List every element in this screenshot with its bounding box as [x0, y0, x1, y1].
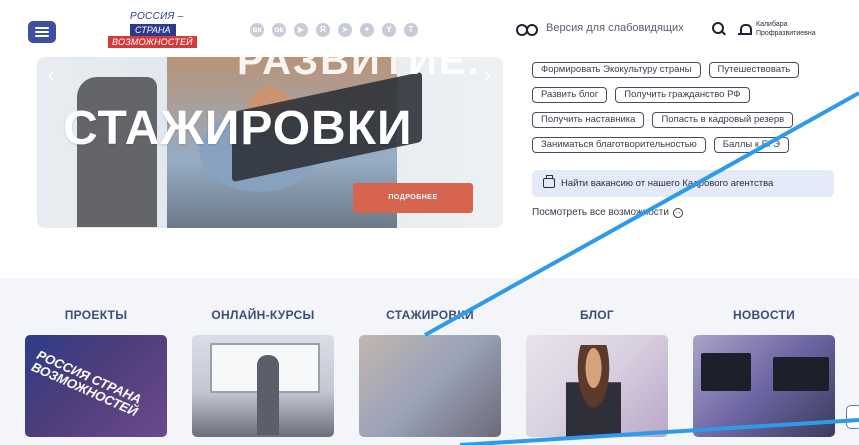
tag-row: Развить блог Получить гражданство РФ: [532, 87, 842, 103]
yappy-icon[interactable]: Y: [382, 23, 396, 37]
vision-label: Версия для слабовидящих: [546, 22, 684, 34]
telegram-icon[interactable]: ➤: [338, 23, 352, 37]
briefcase-icon: [543, 175, 555, 188]
monitor-image: [701, 353, 751, 391]
vacancy-label: Найти вакансию от нашего Кадрового агент…: [561, 178, 774, 189]
woman-image: [566, 345, 621, 437]
chevron-left-icon[interactable]: ‹: [41, 65, 61, 85]
slide-top-text: РАЗВИТИЕ.: [237, 57, 481, 83]
section-image[interactable]: [192, 335, 334, 437]
section-title: ПРОЕКТЫ: [64, 308, 128, 322]
rutube-icon[interactable]: R: [316, 23, 330, 37]
slide-title: СТАЖИРОВКИ: [63, 102, 413, 155]
logo-line-2: СТРАНА: [130, 24, 176, 36]
slide-more-button[interactable]: ПОДРОБНЕЕ: [353, 183, 473, 213]
tag-eco[interactable]: Формировать Экокультуру страны: [532, 62, 701, 78]
ok-icon[interactable]: ок: [272, 23, 286, 37]
tag-charity[interactable]: Заниматься благотворительностью: [532, 137, 706, 153]
logo-line-3: ВОЗМОЖНОСТЕЙ: [108, 36, 197, 48]
social-links: вк ок ▶ R ➤ ✦ Y T: [250, 23, 418, 37]
bell-icon[interactable]: [738, 23, 752, 37]
youtube-icon[interactable]: ▶: [294, 23, 308, 37]
site-logo[interactable]: РОССИЯ – СТРАНА ВОЗМОЖНОСТЕЙ: [108, 11, 200, 49]
section-image[interactable]: [359, 335, 501, 437]
tag-travel[interactable]: Путешествовать: [708, 62, 800, 78]
section-image[interactable]: РОССИЯ СТРАНА ВОЗМОЖНОСТЕЙ: [25, 335, 167, 437]
side-widget-button[interactable]: [846, 405, 859, 429]
sections-block: ПРОЕКТЫ РОССИЯ СТРАНА ВОЗМОЖНОСТЕЙ ОНЛАЙ…: [0, 278, 859, 445]
section-title: ОНЛАЙН-КУРСЫ: [211, 308, 315, 322]
tag-ege[interactable]: Баллы к ЕГЭ: [713, 137, 789, 153]
dzen-icon[interactable]: ✦: [360, 23, 374, 37]
user-name-line-2: Профразвитиевна: [756, 30, 816, 37]
tag-row: Получить наставника Попасть в кадровый р…: [532, 112, 842, 128]
tenchat-icon[interactable]: T: [404, 23, 418, 37]
logo-line-1: РОССИЯ –: [130, 11, 184, 22]
presenter-image: [257, 355, 279, 435]
view-all-link[interactable]: Посмотреть все возможности →: [532, 207, 683, 218]
monitor-image: [773, 357, 829, 391]
hamburger-icon[interactable]: [28, 21, 56, 43]
tag-citizenship[interactable]: Получить гражданство РФ: [615, 87, 750, 103]
glasses-icon: [516, 23, 538, 36]
site-header: РОССИЯ – СТРАНА ВОЗМОЖНОСТЕЙ вк ок ▶ R ➤…: [0, 0, 859, 60]
tag-reserve[interactable]: Попасть в кадровый резерв: [652, 112, 794, 128]
section-image[interactable]: [526, 335, 668, 437]
stamp-text: РОССИЯ СТРАНА ВОЗМОЖНОСТЕЙ: [29, 347, 144, 420]
section-title: СТАЖИРОВКИ: [386, 308, 474, 322]
user-profile[interactable]: Калибара Профразвитиевна: [756, 20, 836, 38]
view-all-label: Посмотреть все возможности: [532, 207, 669, 218]
chevron-right-icon[interactable]: ›: [478, 65, 498, 85]
hero-slider[interactable]: РАЗВИТИЕ. СТАЖИРОВКИ ‹ › ПОДРОБНЕЕ: [37, 57, 503, 228]
tag-row: Формировать Экокультуру страны Путешеств…: [532, 62, 842, 78]
vk-icon[interactable]: вк: [250, 23, 264, 37]
section-title: НОВОСТИ: [732, 308, 796, 322]
tag-mentor[interactable]: Получить наставника: [532, 112, 645, 128]
vision-impaired-toggle[interactable]: Версия для слабовидящих: [516, 22, 684, 36]
search-icon[interactable]: [712, 22, 726, 36]
arrow-right-circle-icon: →: [672, 207, 683, 218]
find-vacancy-button[interactable]: Найти вакансию от нашего Кадрового агент…: [532, 170, 834, 197]
tag-row: Заниматься благотворительностью Баллы к …: [532, 137, 842, 153]
section-title: БЛОГ: [579, 308, 615, 322]
opportunity-tags: Формировать Экокультуру страны Путешеств…: [532, 62, 842, 162]
section-image[interactable]: [693, 335, 835, 437]
user-name-line-1: Калибара: [756, 21, 788, 28]
tag-blog[interactable]: Развить блог: [532, 87, 608, 103]
